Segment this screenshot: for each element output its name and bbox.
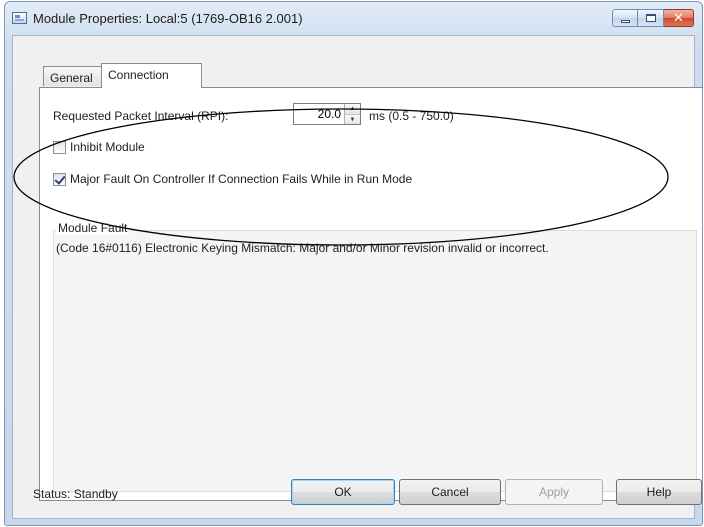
major-fault-row[interactable]: Major Fault On Controller If Connection … xyxy=(53,172,412,186)
caption-buttons: ✕ xyxy=(612,9,694,29)
module-fault-message: (Code 16#0116) Electronic Keying Mismatc… xyxy=(56,241,549,255)
close-button[interactable]: ✕ xyxy=(664,9,694,27)
module-properties-window: Module Properties: Local:5 (1769-OB16 2.… xyxy=(4,1,703,526)
status-text: Status: Standby xyxy=(33,487,118,501)
module-fault-title: Module Fault xyxy=(56,221,130,235)
spin-up-icon[interactable]: ▲ xyxy=(345,104,360,114)
rpi-input[interactable] xyxy=(294,104,344,124)
tab-general[interactable]: General xyxy=(43,66,102,86)
maximize-icon xyxy=(645,14,656,22)
cancel-button[interactable]: Cancel xyxy=(399,479,501,505)
help-button[interactable]: Help xyxy=(616,479,702,505)
apply-button: Apply xyxy=(505,479,603,505)
dialog-client-area: General Connection Requested Packet Inte… xyxy=(12,35,702,519)
app-icon xyxy=(12,12,27,24)
connection-tab-panel: Requested Packet Interval (RPI): ▲ ▼ ms … xyxy=(39,87,702,501)
inhibit-module-label: Inhibit Module xyxy=(70,140,145,154)
minimize-button[interactable] xyxy=(612,9,638,27)
title-bar[interactable]: Module Properties: Local:5 (1769-OB16 2.… xyxy=(5,2,702,36)
rpi-range-label: ms (0.5 - 750.0) xyxy=(369,109,454,123)
close-icon: ✕ xyxy=(673,10,684,26)
major-fault-label: Major Fault On Controller If Connection … xyxy=(70,172,413,186)
module-fault-group: Module Fault (Code 16#0116) Electronic K… xyxy=(53,221,697,492)
rpi-label: Requested Packet Interval (RPI): xyxy=(53,109,229,123)
rpi-spin-buttons: ▲ ▼ xyxy=(344,104,360,124)
maximize-button[interactable] xyxy=(638,9,664,27)
ok-button[interactable]: OK xyxy=(291,479,395,505)
inhibit-module-checkbox[interactable] xyxy=(53,140,66,154)
major-fault-checkbox[interactable] xyxy=(53,172,66,186)
rpi-spinbox: ▲ ▼ xyxy=(293,103,361,125)
inhibit-module-row[interactable]: Inhibit Module xyxy=(53,140,145,154)
minimize-icon xyxy=(620,19,630,23)
window-title: Module Properties: Local:5 (1769-OB16 2.… xyxy=(33,11,303,26)
spin-down-icon[interactable]: ▼ xyxy=(345,114,360,124)
tab-connection[interactable]: Connection xyxy=(101,63,202,88)
